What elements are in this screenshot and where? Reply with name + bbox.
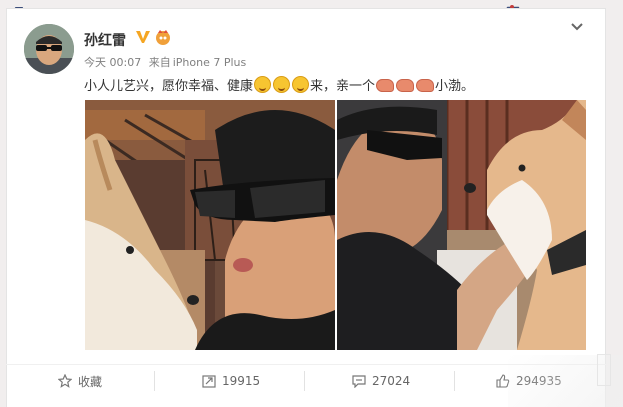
post-meta: 今天 00:07 来自 iPhone 7 Plus [84,54,246,70]
grin-emoji-icon [292,76,310,93]
post-time[interactable]: 今天 00:07 [84,56,141,69]
divider [454,371,455,391]
divider [304,371,305,391]
username[interactable]: 孙红雷 [84,30,126,50]
post-text: 小人儿艺兴，愿你幸福、健康 来，亲一个 小渤。 [84,75,474,94]
repost-icon [202,375,216,388]
post-text-part3: 小渤。 [435,79,475,94]
favorite-button[interactable]: 收藏 [58,365,102,397]
repost-count: 19915 [222,374,261,388]
comment-icon [352,375,366,388]
post-text-part2: 来，亲一个 [310,79,376,94]
post-photo[interactable] [337,100,586,350]
avatar[interactable] [24,24,74,74]
watermark-frame [597,354,611,386]
grin-emoji-icon [273,76,291,93]
favorite-label: 收藏 [78,374,103,389]
kiss-emoji-icon [376,79,395,92]
comment-button[interactable]: 27024 [352,365,410,397]
comment-count: 27024 [372,374,411,388]
star-icon [58,374,72,388]
chevron-down-icon[interactable] [570,22,584,32]
post-text-part1: 小人儿艺兴，愿你幸福、健康 [84,79,254,94]
post-photo[interactable] [85,100,335,350]
vip-icon[interactable] [154,29,172,45]
repost-button[interactable]: 19915 [202,365,260,397]
divider [154,371,155,391]
v-verified-icon [136,31,150,43]
kiss-emoji-icon [396,79,415,92]
source-prefix: 来自 [148,56,171,69]
grin-emoji-icon [254,76,272,93]
post-source[interactable]: iPhone 7 Plus [173,56,247,69]
kiss-emoji-icon [416,79,435,92]
